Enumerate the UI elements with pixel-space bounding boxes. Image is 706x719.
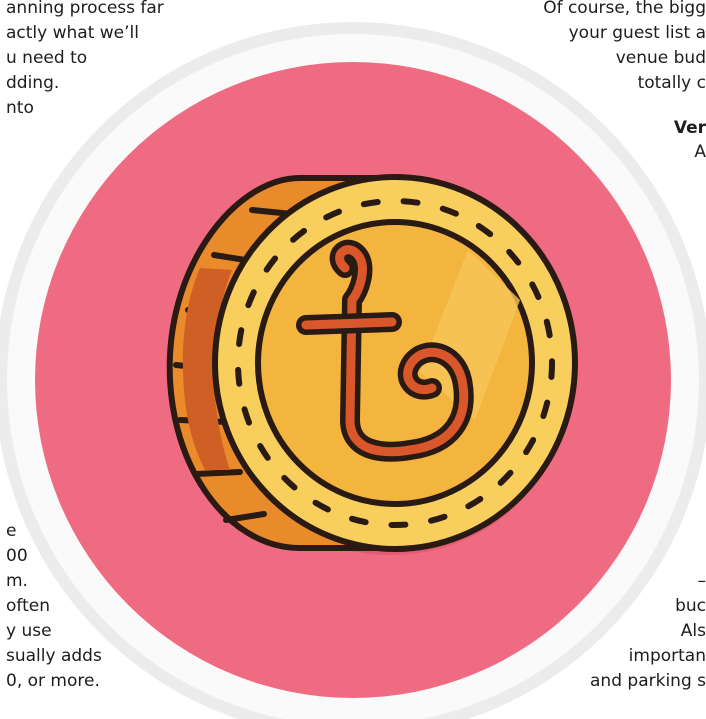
baht-coin-icon <box>166 174 578 552</box>
coin-illustration <box>0 22 706 719</box>
